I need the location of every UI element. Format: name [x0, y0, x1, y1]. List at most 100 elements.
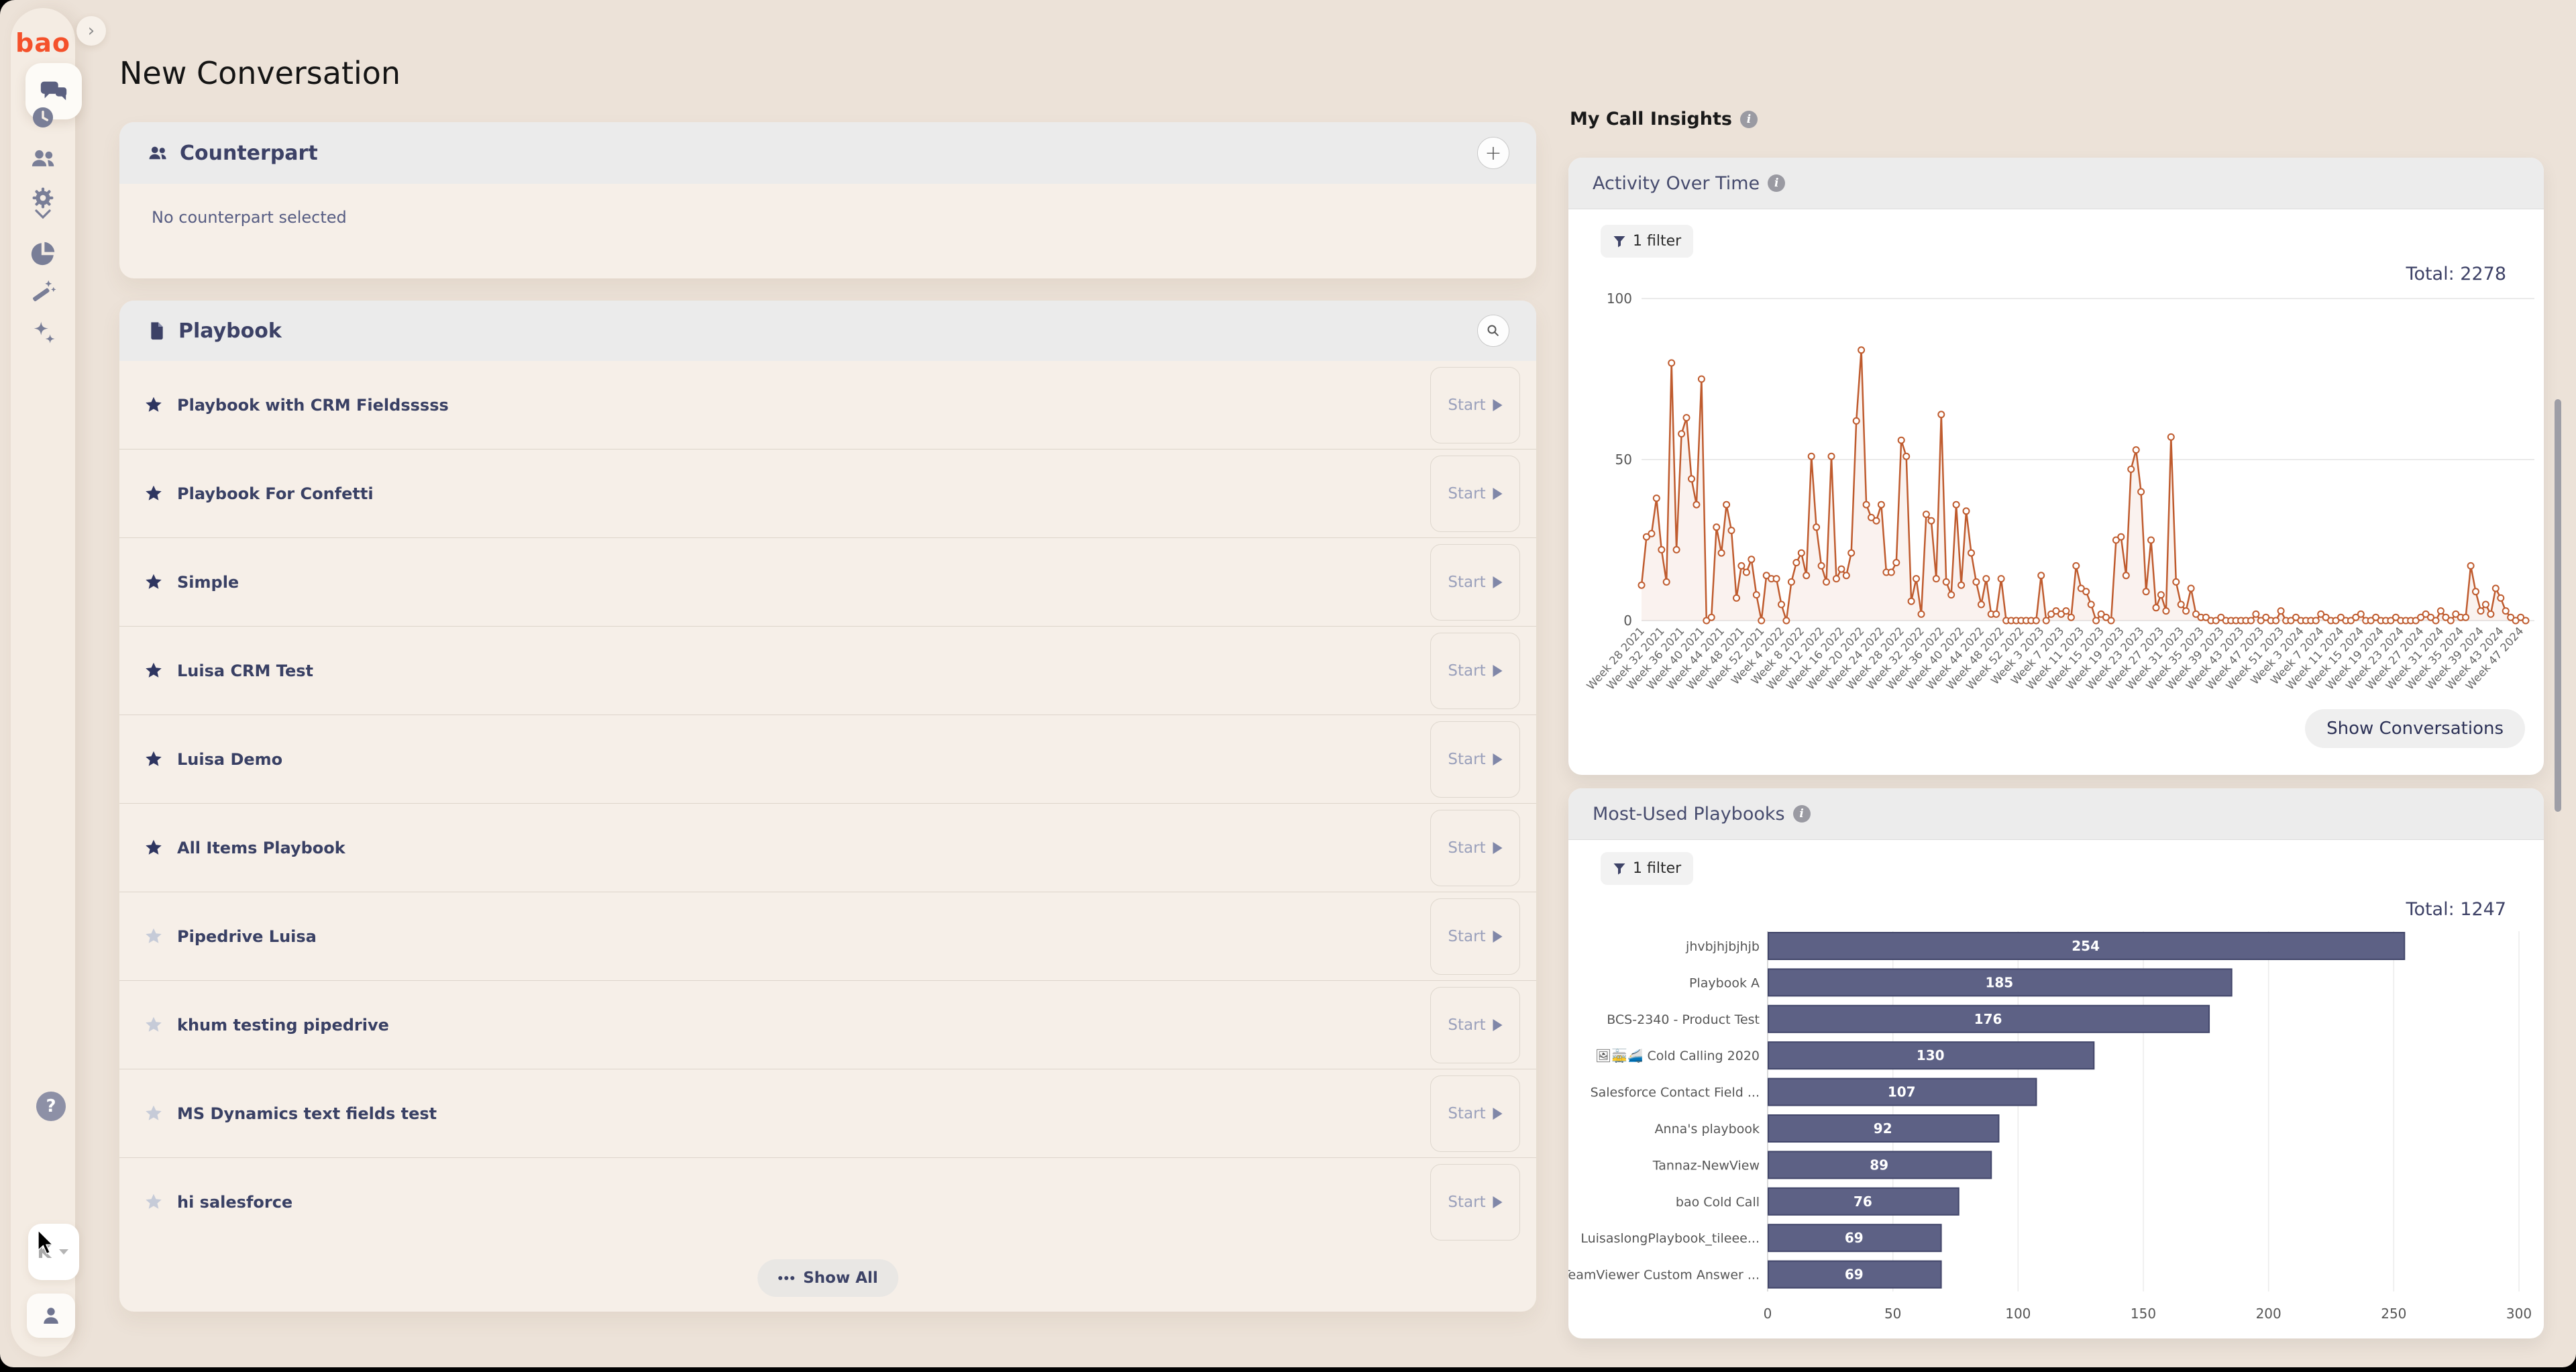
data-point[interactable] [1758, 617, 1766, 625]
data-point[interactable] [1847, 549, 1856, 557]
data-point[interactable] [2067, 613, 2075, 621]
data-point[interactable] [2481, 600, 2489, 609]
show-conversations-button[interactable]: Show Conversations [2305, 709, 2525, 748]
data-point[interactable] [1748, 556, 1756, 564]
data-point[interactable] [1947, 591, 1955, 599]
data-point[interactable] [2072, 562, 2080, 570]
data-point[interactable] [1727, 527, 1735, 535]
data-point[interactable] [1652, 494, 1660, 503]
star-icon[interactable] [144, 1104, 164, 1124]
data-point[interactable] [1913, 575, 1920, 583]
data-point[interactable] [2037, 572, 2045, 580]
data-point[interactable] [1907, 597, 1915, 605]
help-button[interactable]: ? [36, 1092, 66, 1121]
data-point[interactable] [1778, 600, 1785, 609]
start-button[interactable]: Start [1430, 898, 1520, 975]
data-point[interactable] [1927, 517, 1935, 525]
add-counterpart-button[interactable]: + [1477, 137, 1509, 169]
sidebar-expand-button[interactable]: › [76, 16, 106, 46]
start-button[interactable]: Start [1430, 543, 1520, 621]
start-button[interactable]: Start [1430, 1163, 1520, 1241]
data-point[interactable] [1707, 613, 1715, 621]
data-point[interactable] [2042, 617, 2050, 625]
data-point[interactable] [1742, 568, 1750, 576]
data-point[interactable] [1837, 565, 1845, 573]
data-point[interactable] [2187, 584, 2195, 592]
star-icon[interactable] [144, 1192, 164, 1212]
data-point[interactable] [2177, 600, 2185, 609]
data-point[interactable] [2312, 617, 2320, 625]
star-icon[interactable] [144, 395, 164, 415]
data-point[interactable] [2502, 607, 2510, 615]
start-button[interactable]: Start [1430, 986, 1520, 1063]
sidebar-item-ai[interactable] [11, 318, 75, 348]
data-point[interactable] [1813, 523, 1821, 531]
data-point[interactable] [2032, 617, 2040, 625]
star-icon[interactable] [144, 749, 164, 770]
data-point[interactable] [1917, 610, 1925, 618]
data-point[interactable] [2252, 610, 2260, 618]
data-point[interactable] [2447, 617, 2455, 625]
data-point[interactable] [2477, 607, 2485, 615]
start-button[interactable]: Start [1430, 632, 1520, 709]
data-point[interactable] [1817, 562, 1825, 570]
info-icon[interactable]: i [1792, 805, 1811, 823]
star-icon[interactable] [144, 661, 164, 681]
data-point[interactable] [1797, 549, 1805, 557]
data-point[interactable] [1902, 452, 1911, 460]
data-point[interactable] [2497, 594, 2505, 602]
data-point[interactable] [1823, 578, 1830, 586]
data-point[interactable] [1752, 591, 1760, 599]
data-point[interactable] [1713, 523, 1721, 531]
data-point[interactable] [2487, 610, 2495, 618]
playbook-search-button[interactable] [1477, 315, 1509, 347]
data-point[interactable] [1668, 359, 1676, 367]
data-point[interactable] [1968, 549, 1975, 557]
data-point[interactable] [2357, 610, 2365, 618]
chevron-down-icon[interactable] [11, 207, 75, 221]
data-point[interactable] [2137, 488, 2145, 496]
data-point[interactable] [2167, 433, 2175, 441]
star-icon[interactable] [144, 838, 164, 858]
sidebar-item-history[interactable] [11, 103, 75, 131]
data-point[interactable] [1672, 545, 1680, 553]
data-point[interactable] [1972, 578, 1980, 586]
data-point[interactable] [1807, 452, 1815, 460]
page-scrollbar[interactable] [2555, 399, 2561, 812]
data-point[interactable] [1962, 507, 1970, 515]
data-point[interactable] [2157, 591, 2165, 599]
data-point[interactable] [2132, 446, 2140, 454]
show-all-button[interactable]: Show All [757, 1259, 898, 1297]
data-point[interactable] [2182, 607, 2190, 615]
info-icon[interactable]: i [1739, 110, 1758, 128]
data-point[interactable] [1872, 517, 1880, 525]
sidebar-item-insights[interactable] [11, 239, 75, 268]
data-point[interactable] [1862, 500, 1870, 509]
data-point[interactable] [1662, 578, 1670, 586]
data-point[interactable] [1827, 452, 1835, 460]
star-icon[interactable] [144, 1015, 164, 1035]
data-point[interactable] [1957, 581, 1966, 589]
data-point[interactable] [1897, 436, 1905, 444]
data-point[interactable] [1737, 562, 1746, 570]
data-point[interactable] [1887, 568, 1895, 576]
data-point[interactable] [1858, 346, 1866, 354]
data-point[interactable] [2122, 572, 2130, 580]
data-point[interactable] [2172, 578, 2180, 586]
data-point[interactable] [2272, 617, 2280, 625]
sidebar-item-team[interactable] [11, 144, 75, 173]
data-point[interactable] [1877, 500, 1885, 509]
data-point[interactable] [1717, 549, 1725, 557]
data-point[interactable] [1678, 430, 1686, 438]
data-point[interactable] [1658, 545, 1666, 553]
data-point[interactable] [1922, 511, 1930, 519]
data-point[interactable] [2127, 465, 2135, 473]
data-point[interactable] [2082, 588, 2090, 596]
data-point[interactable] [1937, 411, 1945, 419]
data-point[interactable] [2117, 533, 2125, 541]
data-point[interactable] [2277, 607, 2285, 615]
data-point[interactable] [2491, 584, 2500, 592]
data-point[interactable] [2247, 617, 2255, 625]
most-used-bar-chart[interactable]: 0 50 100 150 200 250 300 jhvbjhjbjhjb 254 Playboo… [1568, 926, 2544, 1328]
data-point[interactable] [2142, 588, 2150, 596]
